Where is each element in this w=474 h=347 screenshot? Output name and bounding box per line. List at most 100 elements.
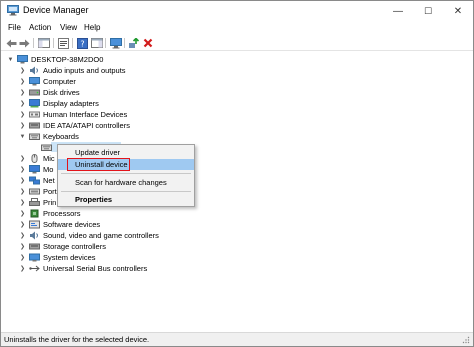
device-manager-window: Device Manager — ☐ ✕ File Action View He… (0, 0, 474, 347)
title-bar: Device Manager — ☐ ✕ (1, 1, 473, 21)
chevron-right-icon[interactable]: ❯ (19, 197, 26, 208)
tree-item-software-devices[interactable]: ❯ Software devices (19, 219, 100, 230)
tree-item-usb-controllers[interactable]: ❯ Universal Serial Bus controllers (19, 263, 147, 274)
chevron-down-icon[interactable]: ▼ (19, 131, 26, 142)
window-title: Device Manager (23, 5, 89, 15)
tree-item-monitors[interactable]: ❯ Mo (19, 164, 53, 175)
tree-item-disk-drives[interactable]: ❯ Disk drives (19, 87, 80, 98)
tree-root[interactable]: ▼ DESKTOP-38M2DO0 (7, 54, 103, 65)
chevron-right-icon[interactable]: ❯ (19, 186, 26, 197)
printer-icon (29, 198, 40, 207)
tree-item-sound-video-game[interactable]: ❯ Sound, video and game controllers (19, 230, 159, 241)
help-icon[interactable]: ? (76, 37, 89, 49)
speaker-icon (29, 66, 40, 75)
show-hide-console-tree-icon[interactable] (37, 37, 50, 49)
storage-controller-icon (29, 242, 40, 251)
menu-action[interactable]: Action (29, 23, 51, 32)
chevron-right-icon[interactable]: ❯ (19, 76, 26, 87)
scan-hardware-monitor-icon[interactable] (109, 37, 122, 49)
chevron-right-icon[interactable]: ❯ (19, 219, 26, 230)
svg-text:?: ? (80, 39, 84, 48)
port-icon (29, 187, 40, 196)
properties-icon[interactable] (57, 37, 70, 49)
tree-item-ide-controllers[interactable]: ❯ IDE ATA/ATAPI controllers (19, 120, 130, 131)
tree-item-ports[interactable]: ❯ Port (19, 186, 57, 197)
menu-help[interactable]: Help (84, 23, 100, 32)
menu-view[interactable]: View (60, 23, 77, 32)
chevron-down-icon[interactable]: ▼ (7, 54, 14, 65)
tree-item-network-adapters[interactable]: ❯ Net (19, 175, 55, 186)
uninstall-device-icon[interactable] (141, 37, 154, 49)
context-menu-update-driver[interactable]: Update driver (58, 147, 194, 158)
toolbar: ? (1, 35, 473, 51)
chevron-right-icon[interactable]: ❯ (19, 65, 26, 76)
tree-item-label: Human Interface Devices (43, 110, 128, 119)
keyboard-icon (41, 143, 52, 152)
system-device-icon (29, 253, 40, 262)
tree-item-keyboard-device[interactable] (41, 142, 55, 153)
network-adapter-icon (29, 176, 40, 185)
tree-item-label: Software devices (43, 220, 101, 229)
context-menu-scan-hardware[interactable]: Scan for hardware changes (58, 177, 194, 188)
chevron-right-icon[interactable]: ❯ (19, 109, 26, 120)
computer-icon (17, 55, 28, 64)
disk-drive-icon (29, 88, 40, 97)
chevron-right-icon[interactable]: ❯ (19, 252, 26, 263)
minimize-button[interactable]: — (383, 1, 413, 21)
status-bar: Uninstalls the driver for the selected d… (1, 332, 473, 346)
tree-item-system-devices[interactable]: ❯ System devices (19, 252, 96, 263)
tree-item-computer[interactable]: ❯ Computer (19, 76, 76, 87)
tree-item-storage-controllers[interactable]: ❯ Storage controllers (19, 241, 106, 252)
chevron-right-icon[interactable]: ❯ (19, 120, 26, 131)
context-menu-separator (61, 173, 191, 174)
tree-item-label: IDE ATA/ATAPI controllers (43, 121, 130, 130)
usb-icon (29, 264, 40, 273)
tree-item-label: Sound, video and game controllers (43, 231, 159, 240)
chevron-right-icon[interactable]: ❯ (19, 164, 26, 175)
tree-item-display-adapters[interactable]: ❯ Display adapters (19, 98, 99, 109)
tree-item-keyboards[interactable]: ▼ Keyboards (19, 131, 79, 142)
tree-item-human-interface-devices[interactable]: ❯ Human Interface Devices (19, 109, 127, 120)
maximize-button[interactable]: ☐ (413, 1, 443, 21)
close-button[interactable]: ✕ (443, 1, 473, 21)
chevron-right-icon[interactable]: ❯ (19, 153, 26, 164)
tree-root-label: DESKTOP-38M2DO0 (31, 55, 104, 64)
tree-item-print-queues[interactable]: ❯ Prin (19, 197, 56, 208)
update-driver-icon[interactable] (127, 37, 140, 49)
forward-arrow-icon[interactable] (18, 37, 31, 49)
chevron-right-icon[interactable]: ❯ (19, 175, 26, 186)
hid-icon (29, 110, 40, 119)
tree-item-processors[interactable]: ❯ Processors (19, 208, 81, 219)
tree-item-label: Storage controllers (43, 242, 106, 251)
tree-item-label: Mo (43, 165, 54, 174)
chevron-right-icon[interactable]: ❯ (19, 98, 26, 109)
toolbar-separator (72, 38, 73, 48)
action-pane-icon[interactable] (90, 37, 103, 49)
mouse-icon (29, 154, 40, 163)
chevron-right-icon[interactable]: ❯ (19, 208, 26, 219)
chevron-right-icon[interactable]: ❯ (19, 263, 26, 274)
menu-bar: File Action View Help (1, 21, 473, 35)
chevron-right-icon[interactable]: ❯ (19, 230, 26, 241)
toolbar-separator (33, 38, 34, 48)
chevron-right-icon[interactable]: ❯ (19, 87, 26, 98)
tree-item-label: Disk drives (43, 88, 80, 97)
tree-item-label: Keyboards (43, 132, 79, 141)
toolbar-separator (124, 38, 125, 48)
tree-item-label: Processors (43, 209, 81, 218)
keyboard-icon (29, 132, 40, 141)
tree-item-audio[interactable]: ❯ Audio inputs and outputs (19, 65, 126, 76)
tree-item-label: Universal Serial Bus controllers (43, 264, 148, 273)
processor-icon (29, 209, 40, 218)
computer-icon (29, 77, 40, 86)
software-device-icon (29, 220, 40, 229)
chevron-right-icon[interactable]: ❯ (19, 241, 26, 252)
menu-file[interactable]: File (8, 23, 21, 32)
tree-item-mice[interactable]: ❯ Mic (19, 153, 55, 164)
tree-item-label: Prin (43, 198, 57, 207)
tree-item-label: Port (43, 187, 57, 196)
resize-grip-icon[interactable] (462, 335, 470, 344)
context-menu-properties[interactable]: Properties (58, 194, 194, 205)
back-arrow-icon[interactable] (5, 37, 18, 49)
context-menu-separator (61, 191, 191, 192)
